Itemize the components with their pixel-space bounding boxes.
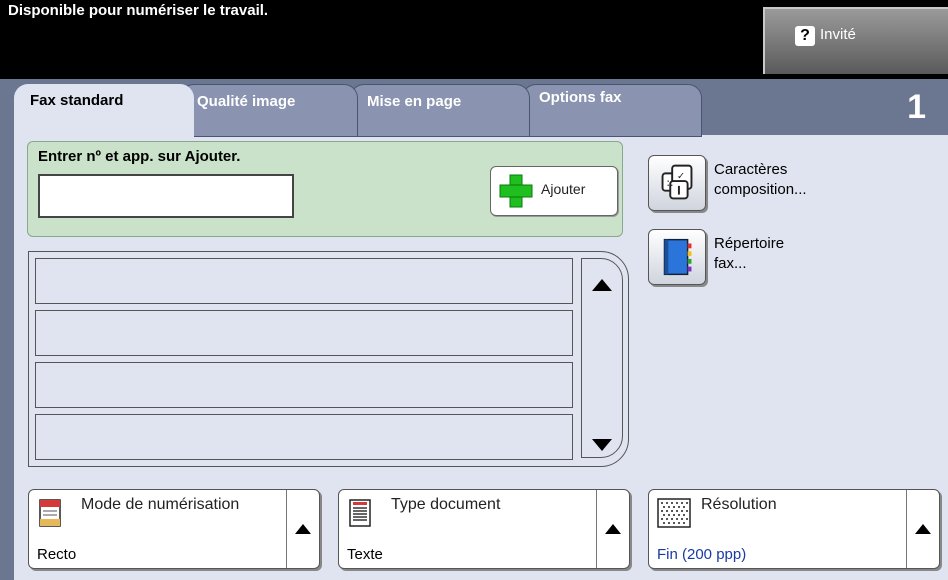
dial-characters-label: Caractères composition... [714, 161, 807, 198]
tab-fax-options[interactable]: Options fax [522, 84, 702, 137]
scan-mode-arrow-button[interactable] [286, 490, 319, 568]
add-button[interactable]: Ajouter [490, 166, 618, 216]
fax-screen: Disponible pour numériser le travail. ? … [0, 0, 948, 580]
user-login-button[interactable]: ? Invité [763, 7, 948, 74]
status-message: Disponible pour numériser le travail. [8, 2, 269, 19]
scan-mode-icon [39, 499, 61, 527]
resolution-value: Fin (200 ppp) [657, 546, 747, 563]
entry-label: Entrer nº et app. sur Ajouter. [38, 148, 241, 165]
dial-characters-button[interactable]: :: ✓ [648, 155, 706, 211]
document-type-title: Type document [391, 496, 501, 513]
fax-number-input[interactable] [38, 174, 294, 218]
list-scrollbar [581, 258, 623, 458]
document-type-value: Texte [347, 546, 383, 563]
tab-label: Qualité image [197, 93, 296, 110]
tab-fax-standard[interactable]: Fax standard [14, 84, 194, 137]
scroll-up-icon[interactable] [590, 275, 614, 295]
resolution-button[interactable]: Résolution Fin (200 ppp) [648, 489, 940, 569]
scan-mode-title: Mode de numérisation [81, 496, 240, 513]
document-type-button[interactable]: Type document Texte [338, 489, 630, 569]
resolution-main[interactable]: Résolution Fin (200 ppp) [649, 490, 907, 568]
tab-layout[interactable]: Mise en page [350, 84, 530, 137]
scan-mode-value: Recto [37, 546, 77, 563]
resolution-icon [657, 498, 691, 528]
plus-icon [499, 174, 533, 208]
status-bar: Disponible pour numériser le travail. ? … [0, 0, 948, 79]
svg-text:::: :: [666, 177, 673, 189]
svg-text:✓: ✓ [677, 171, 685, 182]
tab-label: Mise en page [367, 93, 462, 110]
panel-left-edge [0, 79, 14, 580]
job-count: 1 [907, 88, 926, 126]
document-type-icon [349, 499, 371, 527]
number-entry-panel: Entrer nº et app. sur Ajouter. Ajouter [27, 141, 623, 237]
arrow-up-icon [605, 524, 621, 534]
arrow-up-icon [295, 524, 311, 534]
tab-label: Options fax [539, 89, 622, 106]
fax-directory-button[interactable] [648, 229, 706, 285]
document-type-main[interactable]: Type document Texte [339, 490, 597, 568]
tab-image-quality[interactable]: Qualité image [180, 84, 358, 137]
tab-label: Fax standard [30, 92, 124, 109]
help-icon: ? [795, 26, 815, 46]
scan-mode-button[interactable]: Mode de numérisation Recto [28, 489, 320, 569]
add-label: Ajouter [541, 181, 586, 197]
list-item[interactable] [35, 414, 573, 460]
list-item[interactable] [35, 362, 573, 408]
list-item[interactable] [35, 258, 573, 304]
list-item[interactable] [35, 310, 573, 356]
recipient-list [28, 251, 629, 467]
resolution-arrow-button[interactable] [906, 490, 939, 568]
dial-characters-icon: :: ✓ [661, 164, 693, 200]
address-book-icon [663, 238, 692, 276]
arrow-up-icon [915, 524, 931, 534]
document-type-arrow-button[interactable] [596, 490, 629, 568]
resolution-title: Résolution [701, 496, 777, 513]
scroll-down-icon[interactable] [590, 435, 614, 455]
scan-mode-main[interactable]: Mode de numérisation Recto [29, 490, 287, 568]
user-label: Invité [820, 26, 856, 43]
fax-directory-label: Répertoire fax... [714, 235, 785, 272]
